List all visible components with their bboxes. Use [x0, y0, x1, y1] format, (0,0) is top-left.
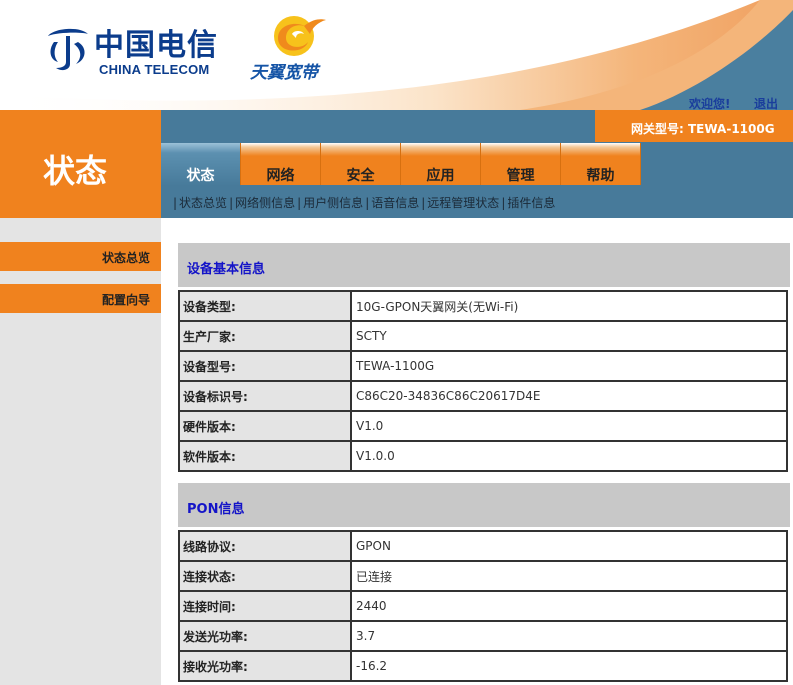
row-value: V1.0.0: [350, 440, 788, 472]
table-row: 发送光功率: 3.7: [178, 620, 788, 652]
tab-status[interactable]: 状态: [161, 143, 241, 186]
tab-network[interactable]: 网络: [241, 143, 321, 186]
row-key: 接收光功率:: [178, 650, 352, 682]
row-key: 硬件版本:: [178, 410, 352, 442]
submenu-separator: |: [173, 196, 178, 210]
tianyi-broadband-logo: 天翼宽带: [248, 12, 338, 83]
submenu-separator: |: [501, 196, 506, 210]
table-row: 设备型号: TEWA-1100G: [178, 350, 788, 382]
row-key: 线路协议:: [178, 530, 352, 562]
submenu-voice-info[interactable]: 语音信息: [371, 196, 419, 210]
row-value: 10G-GPON天翼网关(无Wi-Fi): [350, 290, 788, 322]
logout-link[interactable]: 退出: [754, 95, 778, 110]
row-value: SCTY: [350, 320, 788, 352]
table-row: 接收光功率: -16.2: [178, 650, 788, 682]
page-title: 状态: [43, 152, 108, 190]
table-row: 设备类型: 10G-GPON天翼网关(无Wi-Fi): [178, 290, 788, 322]
submenu-user-side-info[interactable]: 用户侧信息: [303, 196, 363, 210]
row-value: V1.0: [350, 410, 788, 442]
submenu-plugin-info[interactable]: 插件信息: [507, 196, 555, 210]
table-row: 连接状态: 已连接: [178, 560, 788, 592]
row-key: 生产厂家:: [178, 320, 352, 352]
product-logo-text: 天翼宽带: [250, 63, 318, 83]
row-value: GPON: [350, 530, 788, 562]
main-content: 设备基本信息 设备类型: 10G-GPON天翼网关(无Wi-Fi) 生产厂家: SC…: [161, 218, 793, 685]
row-key: 连接时间:: [178, 590, 352, 622]
row-key: 设备标识号:: [178, 380, 352, 412]
header: 中国电信 CHINA TELECOM 天翼宽带 欢迎您! 退出: [0, 0, 793, 110]
tab-applications[interactable]: 应用: [401, 143, 481, 186]
gateway-model-label: 网关型号: TEWA-1100G: [595, 110, 793, 142]
brand-en: CHINA TELECOM: [99, 62, 210, 77]
submenu-network-side-info[interactable]: 网络侧信息: [235, 196, 295, 210]
china-telecom-logo: 中国电信 CHINA TELECOM: [44, 18, 224, 80]
row-value: 2440: [350, 590, 788, 622]
row-value: 已连接: [350, 560, 788, 592]
table-row: 硬件版本: V1.0: [178, 410, 788, 442]
row-key: 连接状态:: [178, 560, 352, 592]
sub-menu: | 状态总览 | 网络侧信息 | 用户侧信息 | 语音信息 | 远程管理状态 | 插件信息: [161, 185, 793, 218]
sidebar: 状态总览 配置向导: [0, 218, 161, 685]
device-info-table: 设备类型: 10G-GPON天翼网关(无Wi-Fi) 生产厂家: SCTY 设备型号…: [178, 290, 788, 472]
row-value: 3.7: [350, 620, 788, 652]
china-telecom-emblem-icon: [48, 28, 88, 71]
pon-info-table: 线路协议: GPON 连接状态: 已连接 连接时间: 2440 发送光功率: 3.7 接…: [178, 530, 788, 682]
tab-help[interactable]: 帮助: [561, 143, 641, 186]
table-row: 软件版本: V1.0.0: [178, 440, 788, 472]
row-value: TEWA-1100G: [350, 350, 788, 382]
sidebar-item-config-wizard[interactable]: 配置向导: [0, 284, 161, 313]
tab-security[interactable]: 安全: [321, 143, 401, 186]
sidebar-item-status-overview[interactable]: 状态总览: [0, 242, 161, 271]
row-key: 发送光功率:: [178, 620, 352, 652]
row-key: 软件版本:: [178, 440, 352, 472]
table-row: 线路协议: GPON: [178, 530, 788, 562]
section-title-device-info: 设备基本信息: [178, 243, 790, 287]
row-value: C86C20-34836C86C20617D4E: [350, 380, 788, 412]
table-row: 生产厂家: SCTY: [178, 320, 788, 352]
submenu-separator: |: [365, 196, 370, 210]
row-key: 设备型号:: [178, 350, 352, 382]
table-row: 连接时间: 2440: [178, 590, 788, 622]
submenu-separator: |: [297, 196, 302, 210]
brand-cn: 中国电信: [94, 28, 218, 63]
tianyi-swirl-icon: [274, 16, 326, 56]
submenu-status-overview[interactable]: 状态总览: [179, 196, 227, 210]
tab-management[interactable]: 管理: [481, 143, 561, 186]
submenu-separator: |: [229, 196, 234, 210]
section-title-pon-info: PON信息: [178, 483, 790, 527]
submenu-remote-management-status[interactable]: 远程管理状态: [427, 196, 499, 210]
submenu-separator: |: [421, 196, 426, 210]
main-tabs: 状态 网络 安全 应用 管理 帮助: [161, 143, 793, 186]
welcome-text: 欢迎您!: [689, 97, 731, 110]
row-key: 设备类型:: [178, 290, 352, 322]
table-row: 设备标识号: C86C20-34836C86C20617D4E: [178, 380, 788, 412]
row-value: -16.2: [350, 650, 788, 682]
